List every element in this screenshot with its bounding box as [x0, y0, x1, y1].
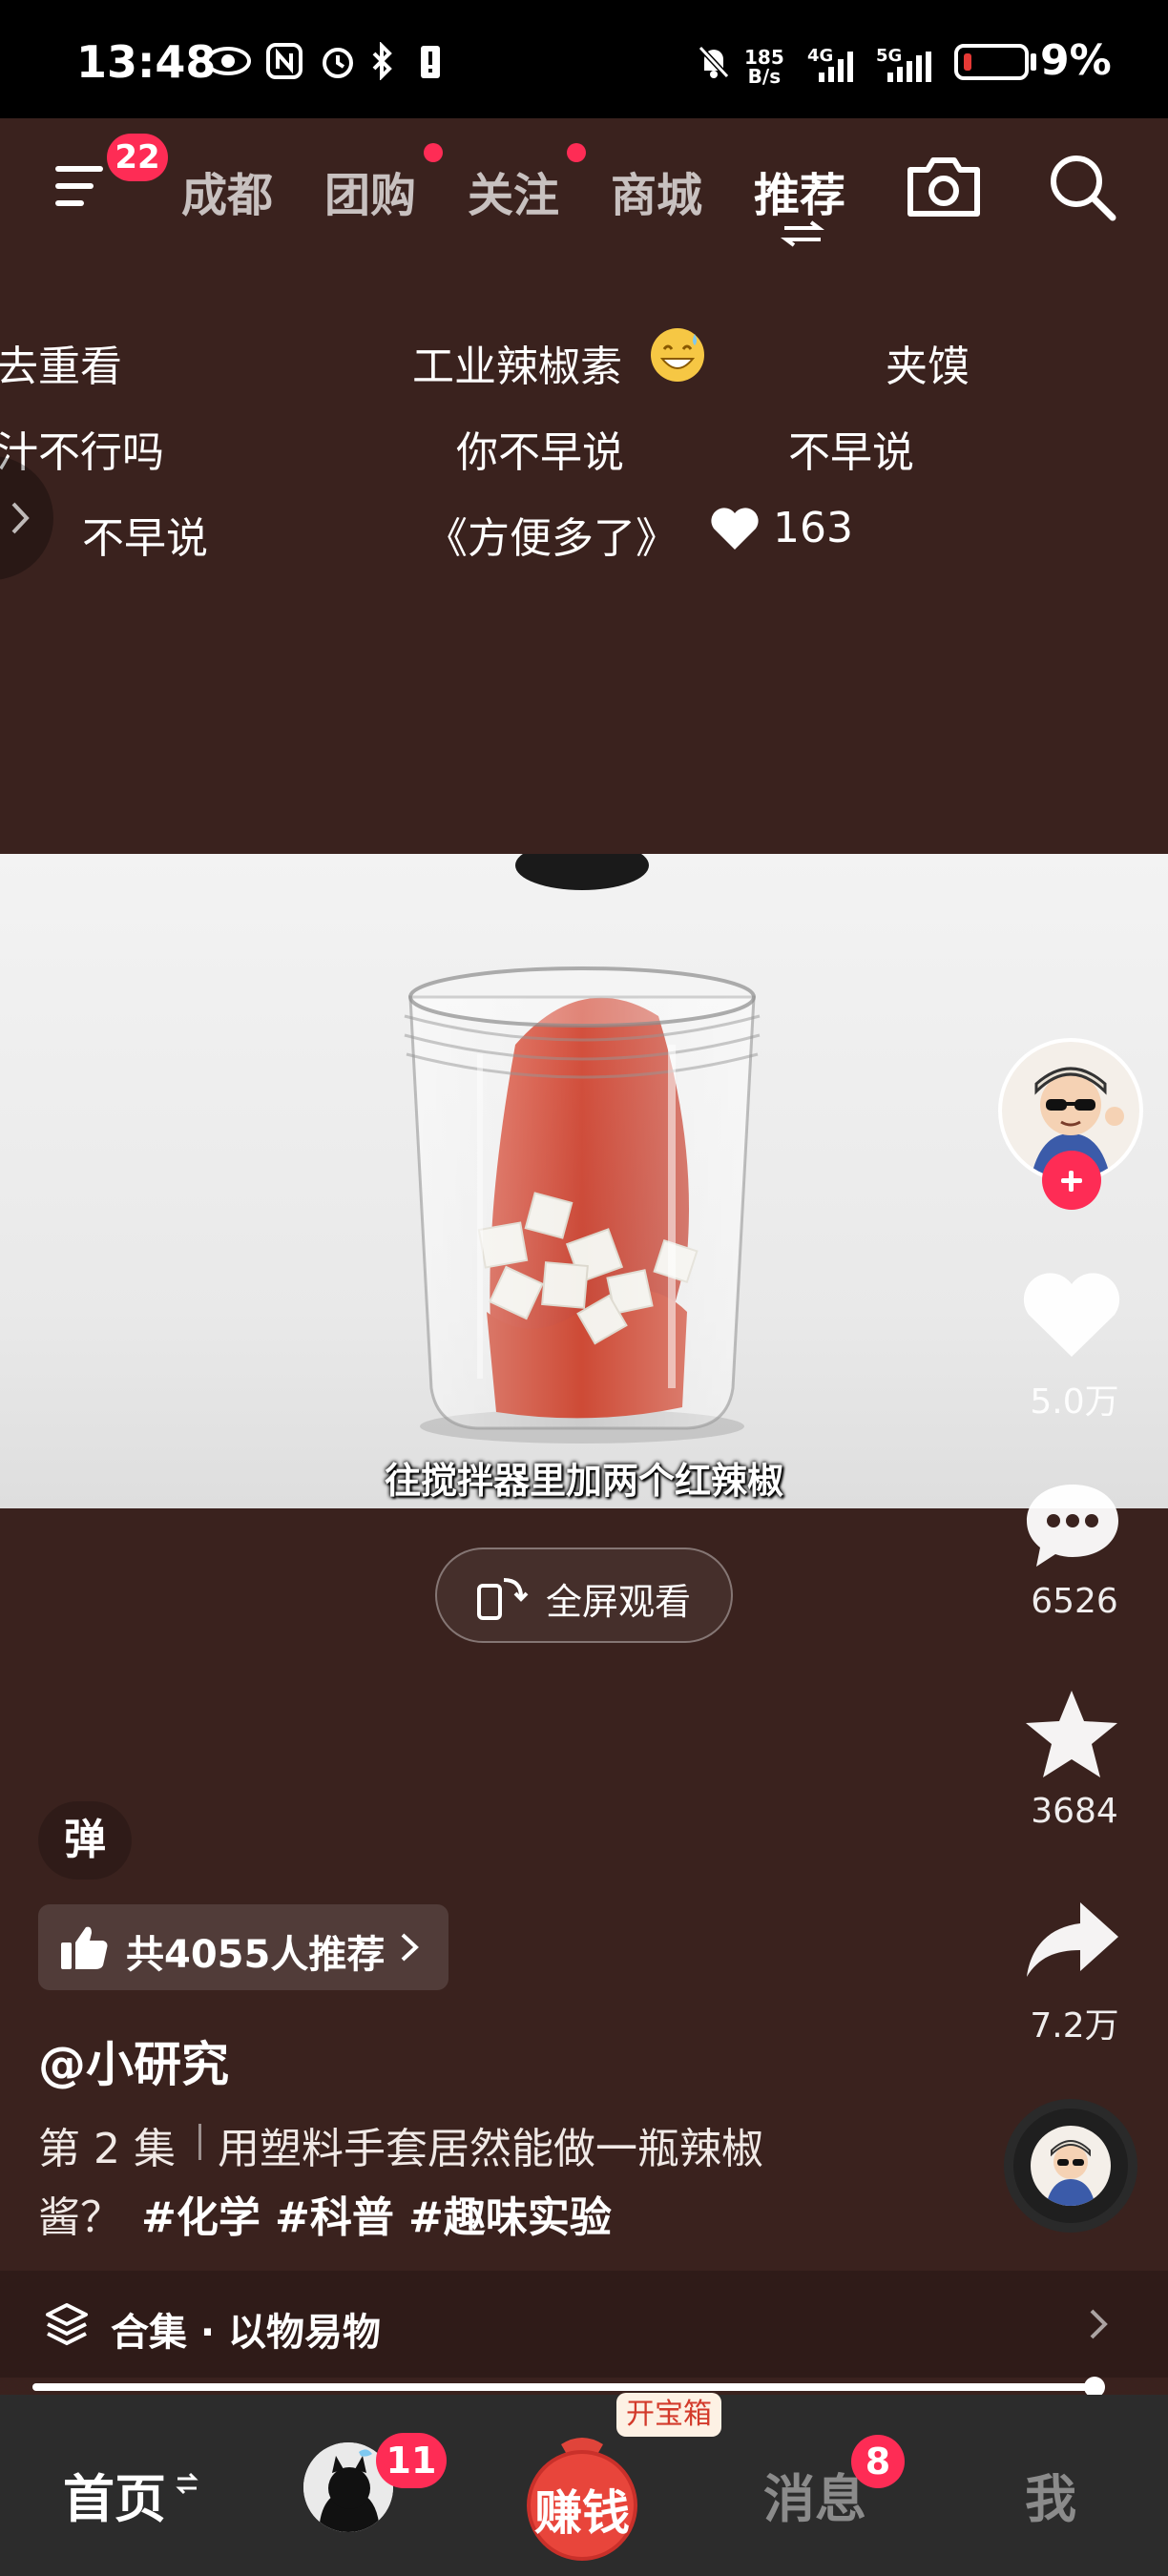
status-time: 13:48	[76, 36, 217, 88]
share-arrow-icon	[1027, 1902, 1118, 1977]
camera-button[interactable]	[905, 153, 983, 223]
video-title-line1: 用塑料手套居然能做一瓶辣椒	[218, 2125, 763, 2173]
danmaku-comment: 工业辣椒素	[412, 343, 622, 391]
swap-arrows-icon	[176, 2471, 198, 2500]
video-title-line2: 酱？	[38, 2193, 122, 2242]
bluetooth-icon	[368, 42, 397, 80]
mute-bell-icon	[693, 42, 735, 80]
messages-badge: 8	[851, 2435, 905, 2488]
net-speed-value: 185	[744, 46, 784, 69]
collection-label: 合集 · 以物易物	[111, 2311, 382, 2355]
alarm-icon	[317, 42, 359, 80]
danmaku-comment: 不早说	[82, 514, 208, 563]
battery-icon	[954, 44, 1029, 80]
tab-chengdu[interactable]: 成都	[181, 157, 273, 224]
episode-label: 第 2 集	[38, 2125, 176, 2173]
search-icon	[1051, 156, 1116, 221]
rotate-screen-icon	[477, 1578, 529, 1620]
camera-icon	[907, 157, 980, 217]
cartoon-avatar-icon	[1046, 2140, 1095, 2206]
video-subtitle: 往搅拌器里加两个红辣椒	[384, 1460, 783, 1502]
nfc-icon	[263, 42, 305, 80]
menu-icon	[55, 166, 103, 206]
star-icon	[1026, 1691, 1117, 1777]
nav-messages[interactable]: 消息	[763, 2457, 866, 2532]
recommend-pill[interactable]: 共4055人推荐	[38, 1904, 448, 1990]
video-progress-track[interactable]	[32, 2377, 1105, 2398]
nav-earn-label: 赚钱	[534, 2485, 630, 2541]
video-progress-fill	[32, 2383, 1095, 2391]
nav-earn-button[interactable]: 赚钱	[513, 2423, 651, 2561]
treasure-box-tag: 开宝箱	[616, 2393, 721, 2437]
thumbs-up-icon	[61, 1926, 108, 1969]
search-button[interactable]	[1048, 153, 1118, 227]
tab-mall[interactable]: 商城	[611, 157, 702, 224]
tab-group-buy[interactable]: 团购	[324, 157, 416, 224]
comment-button[interactable]	[1023, 1477, 1122, 1576]
danmaku-comment: 《方便多了》	[426, 514, 678, 563]
layers-icon	[46, 2303, 88, 2346]
nav-me[interactable]: 我	[1025, 2457, 1076, 2532]
battery-level	[964, 53, 971, 71]
author-name[interactable]: @小研究	[38, 2026, 229, 2095]
music-disc-avatar	[1031, 2126, 1111, 2206]
notice-icon	[416, 42, 445, 80]
favorite-count: 3684	[1031, 1792, 1118, 1831]
tab-following[interactable]: 关注	[468, 157, 559, 224]
network-speed: 185 B/s	[744, 48, 784, 86]
signal-5g-icon	[886, 50, 943, 88]
signal-4g-icon	[817, 50, 859, 88]
comment-icon	[1027, 1485, 1118, 1567]
grin-sweat-emoji-icon	[647, 324, 708, 389]
music-disc-button[interactable]	[1004, 2099, 1137, 2233]
like-count: 5.0万	[1030, 1382, 1119, 1422]
nav-home[interactable]: 首页	[63, 2457, 166, 2532]
danmaku-comment: 夹馍	[886, 343, 970, 391]
danmaku-toggle-button[interactable]: 弹	[38, 1801, 132, 1880]
menu-badge: 22	[107, 134, 168, 181]
hashtag-link[interactable]: #化学	[141, 2183, 261, 2244]
heart-icon	[1023, 1273, 1120, 1357]
chevron-right-icon	[11, 502, 30, 534]
danmaku-comment: 不早说	[788, 428, 914, 477]
danmaku-comment: 你不早说	[456, 428, 624, 477]
heart-icon	[710, 506, 760, 555]
hashtag-link[interactable]: #科普	[275, 2183, 394, 2244]
switch-arrows-icon	[781, 219, 824, 252]
share-button[interactable]	[1023, 1899, 1122, 1984]
fullscreen-button[interactable]: 全屏观看	[435, 1548, 733, 1643]
favorite-button[interactable]	[1021, 1687, 1122, 1786]
tab-following-dot	[567, 143, 586, 162]
title-divider	[198, 2124, 201, 2160]
chevron-right-icon	[401, 1933, 419, 1962]
share-count: 7.2万	[1030, 2006, 1119, 2046]
plus-icon	[1061, 1171, 1082, 1192]
like-button[interactable]	[1021, 1269, 1122, 1364]
chevron-right-icon	[1090, 2309, 1108, 2339]
recommend-count-label: 共4055人推荐	[126, 1933, 386, 1977]
eye-icon	[204, 42, 252, 80]
friends-badge: 11	[376, 2433, 447, 2488]
hashtag-link[interactable]: #趣味实验	[408, 2183, 612, 2244]
danmaku-like-count: 163	[773, 504, 853, 552]
battery-cap	[1031, 53, 1036, 71]
collection-bar[interactable]: 合集 · 以物易物	[0, 2271, 1168, 2378]
danmaku-comment: 去重看	[0, 343, 122, 391]
battery-percent: 9%	[1040, 36, 1112, 85]
tab-group-buy-dot	[424, 143, 443, 162]
follow-button[interactable]	[1042, 1151, 1101, 1210]
tab-recommend[interactable]: 推荐	[754, 157, 845, 224]
menu-button[interactable]	[53, 162, 111, 214]
net-speed-unit: B/s	[747, 65, 782, 88]
fullscreen-label: 全屏观看	[546, 1581, 692, 1623]
comment-count: 6526	[1031, 1582, 1118, 1621]
